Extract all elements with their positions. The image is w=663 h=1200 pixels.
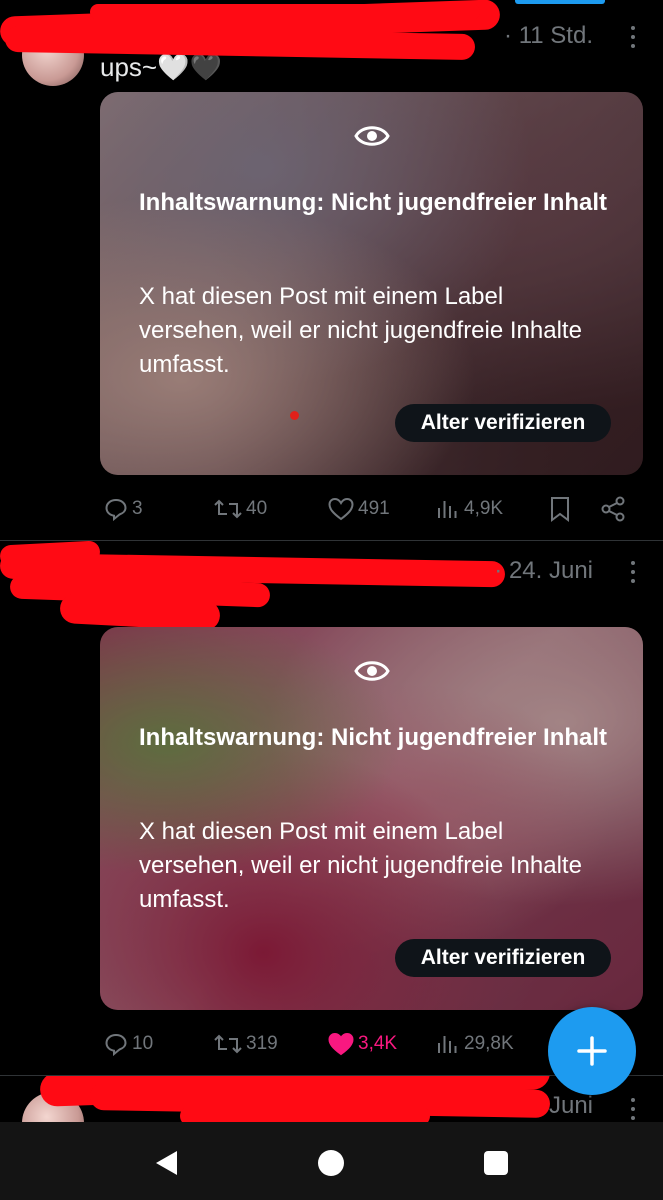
- content-warning-description: X hat diesen Post mit einem Label verseh…: [139, 818, 582, 913]
- reply-button[interactable]: 10: [104, 1029, 153, 1059]
- post-actions: 3 40 491 4,9K: [100, 494, 633, 524]
- sensitive-media-card[interactable]: Inhaltswarnung: Nicht jugendfreier Inhal…: [100, 92, 643, 475]
- reply-count: 10: [132, 1033, 154, 1054]
- repost-button[interactable]: 319: [214, 1029, 278, 1059]
- like-count: 491: [358, 498, 390, 519]
- share-icon: [601, 496, 625, 522]
- content-warning-description: X hat diesen Post mit einem Label verseh…: [139, 283, 582, 378]
- post[interactable]: · 24. Juni Inhaltswarnung: Nicht jugendf…: [0, 540, 663, 1075]
- views-icon: [438, 1036, 457, 1053]
- view-count: 29,8K: [464, 1033, 514, 1054]
- content-warning-title: Inhaltswarnung: Nicht jugendfreier Inhal…: [139, 189, 608, 216]
- more-icon[interactable]: [627, 1098, 639, 1120]
- reply-icon: [105, 1033, 127, 1056]
- post-timestamp[interactable]: · 24. Juni: [494, 557, 593, 585]
- verify-age-button[interactable]: Alter verifizieren: [395, 939, 611, 977]
- sensitive-media-card[interactable]: Inhaltswarnung: Nicht jugendfreier Inhal…: [100, 627, 643, 1010]
- system-navigation-bar: [0, 1122, 663, 1200]
- post-text: ups~🤍🖤: [100, 52, 222, 82]
- views-icon: [438, 501, 457, 518]
- views-button[interactable]: 29,8K: [436, 1029, 514, 1059]
- eye-icon: [353, 661, 390, 681]
- repost-icon: [214, 499, 242, 519]
- bookmark-button[interactable]: [549, 494, 571, 524]
- post-timestamp[interactable]: · 11 Std.: [504, 22, 593, 50]
- recents-button[interactable]: [481, 1148, 511, 1178]
- bookmark-icon: [551, 497, 569, 522]
- redaction-mark: [90, 4, 480, 20]
- recents-icon: [484, 1151, 508, 1175]
- content-warning-title: Inhaltswarnung: Nicht jugendfreier Inhal…: [139, 724, 608, 751]
- media-dot: [290, 411, 299, 420]
- view-count: 4,9K: [464, 498, 504, 519]
- eye-icon: [353, 126, 390, 146]
- home-icon: [318, 1150, 344, 1176]
- reply-icon: [105, 498, 127, 521]
- back-icon: [156, 1151, 177, 1175]
- like-count: 3,4K: [358, 1033, 398, 1054]
- heart-icon: [328, 1032, 354, 1056]
- views-button[interactable]: 4,9K: [436, 494, 503, 524]
- repost-button[interactable]: 40: [214, 494, 267, 524]
- heart-icon: [328, 497, 354, 521]
- more-icon[interactable]: [627, 26, 639, 48]
- like-button[interactable]: 3,4K: [328, 1029, 397, 1059]
- back-button[interactable]: [151, 1148, 181, 1178]
- verify-age-button[interactable]: Alter verifizieren: [395, 404, 611, 442]
- home-button[interactable]: [316, 1148, 346, 1178]
- repost-count: 40: [246, 498, 268, 519]
- post[interactable]: ups~🤍🖤 · 11 Std. Inhaltswarnung: Nicht j…: [0, 0, 663, 540]
- plus-icon: [577, 1036, 607, 1066]
- repost-count: 319: [246, 1033, 278, 1054]
- compose-button[interactable]: [548, 1007, 636, 1095]
- repost-icon: [214, 1034, 242, 1054]
- reply-count: 3: [132, 498, 143, 519]
- share-button[interactable]: [600, 494, 626, 524]
- like-button[interactable]: 491: [328, 494, 390, 524]
- more-icon[interactable]: [627, 561, 639, 583]
- reply-button[interactable]: 3: [104, 494, 143, 524]
